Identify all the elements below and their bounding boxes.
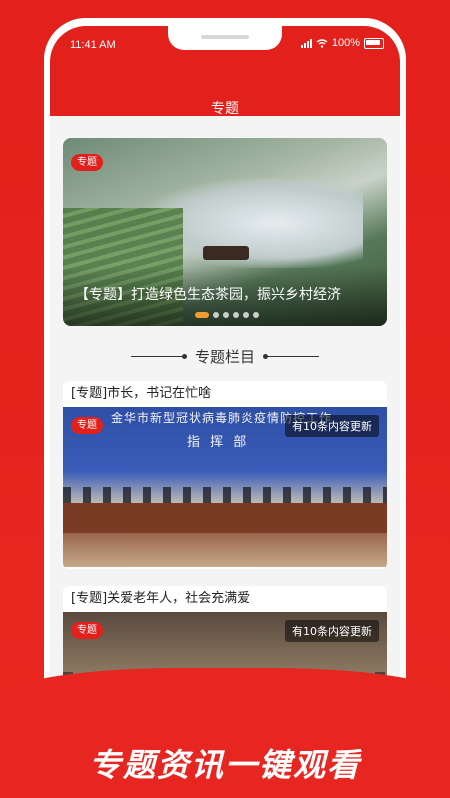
banner-caption[interactable]: 【专题】打造绿色生态茶园，振兴乡村经济 [75, 284, 341, 304]
carousel-dot[interactable] [213, 312, 219, 318]
topic-tag: 专题 [71, 417, 103, 434]
speaker-grille [201, 35, 249, 39]
signal-icon [300, 38, 312, 48]
divider-left [130, 354, 187, 359]
promo-slogan: 专题资讯一键观看 [88, 746, 361, 784]
page-title: 专题 [211, 101, 239, 117]
phone-frame: 11:41 AM 100% 专题 专题 【专题】打造绿色生态茶园，振兴乡村经济 … [44, 18, 406, 786]
topic-card[interactable]: [专题]市长，书记在忙啥 金华市新型冠状病毒肺炎疫情防控工作 指 挥 部 专题 … [63, 381, 387, 569]
section-heading: 专题栏目 [50, 346, 400, 367]
featured-banner[interactable]: 专题 【专题】打造绿色生态茶园，振兴乡村经济 [63, 138, 387, 326]
topic-card-title[interactable]: [专题]关爱老年人，社会充满爱 [63, 586, 387, 612]
banner-tag: 专题 [71, 154, 103, 171]
update-badge: 有10条内容更新 [285, 415, 379, 437]
carousel-dot[interactable] [223, 312, 229, 318]
topic-card-image[interactable]: 金华市新型冠状病毒肺炎疫情防控工作 指 挥 部 专题 有10条内容更新 [63, 407, 387, 567]
image-desk [63, 503, 387, 533]
update-badge: 有10条内容更新 [285, 620, 379, 642]
carousel-dot[interactable] [195, 312, 209, 318]
header-bar: 11:41 AM 100% 专题 [50, 26, 400, 117]
wifi-icon [316, 38, 328, 48]
phone-notch [168, 26, 282, 50]
section-title: 专题栏目 [194, 348, 255, 366]
carousel-dot[interactable] [233, 312, 239, 318]
banner-image-boat [203, 246, 249, 260]
status-time: 11:41 AM [70, 39, 116, 51]
promo-page: 11:41 AM 100% 专题 专题 【专题】打造绿色生态茶园，振兴乡村经济 … [0, 0, 450, 798]
status-indicators: 100% [300, 37, 384, 49]
carousel-dot[interactable] [253, 312, 259, 318]
carousel-dot[interactable] [243, 312, 249, 318]
topic-card-title[interactable]: [专题]市长，书记在忙啥 [63, 381, 387, 407]
topic-tag: 专题 [71, 622, 103, 639]
image-banner-subtext: 指 挥 部 [187, 435, 250, 450]
carousel-dots[interactable] [195, 312, 259, 318]
divider-right [263, 354, 319, 359]
battery-icon [364, 37, 384, 49]
battery-percent: 100% [331, 37, 360, 49]
